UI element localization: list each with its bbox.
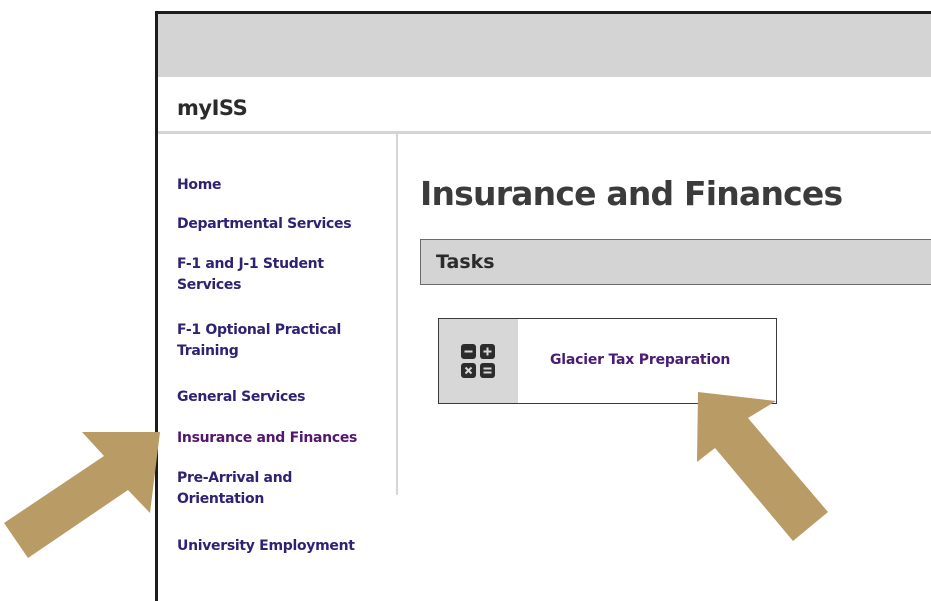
page-title: Insurance and Finances bbox=[420, 174, 843, 213]
sidebar-item-insurance-and-finances[interactable]: Insurance and Finances bbox=[177, 428, 377, 449]
left-arrow-icon bbox=[4, 432, 160, 558]
site-title[interactable]: myISS bbox=[177, 96, 248, 120]
task-card-glacier-tax[interactable]: Glacier Tax Preparation bbox=[438, 318, 777, 404]
sidebar-item-home[interactable]: Home bbox=[177, 175, 377, 196]
sidebar-item-departmental-services[interactable]: Departmental Services bbox=[177, 214, 377, 235]
tasks-heading: Tasks bbox=[436, 251, 495, 273]
browser-frame: myISS Home Departmental Services F-1 and… bbox=[155, 11, 931, 601]
calculator-icon bbox=[461, 344, 495, 378]
task-icon-container bbox=[439, 319, 518, 403]
tasks-header: Tasks bbox=[420, 239, 931, 285]
sidebar-item-university-employment[interactable]: University Employment bbox=[177, 536, 377, 557]
top-banner bbox=[158, 14, 931, 77]
sidebar-item-f1-j1-student-services[interactable]: F-1 and J-1 Student Services bbox=[177, 254, 347, 296]
site-header: myISS bbox=[158, 77, 931, 134]
sidebar-item-pre-arrival-orientation[interactable]: Pre-Arrival and Orientation bbox=[177, 468, 327, 510]
sidebar-nav: Home Departmental Services F-1 and J-1 S… bbox=[158, 134, 398, 554]
task-label-glacier-tax[interactable]: Glacier Tax Preparation bbox=[550, 352, 730, 368]
sidebar-item-f1-opt[interactable]: F-1 Optional Practical Training bbox=[177, 320, 372, 362]
sidebar-item-general-services[interactable]: General Services bbox=[177, 387, 377, 408]
